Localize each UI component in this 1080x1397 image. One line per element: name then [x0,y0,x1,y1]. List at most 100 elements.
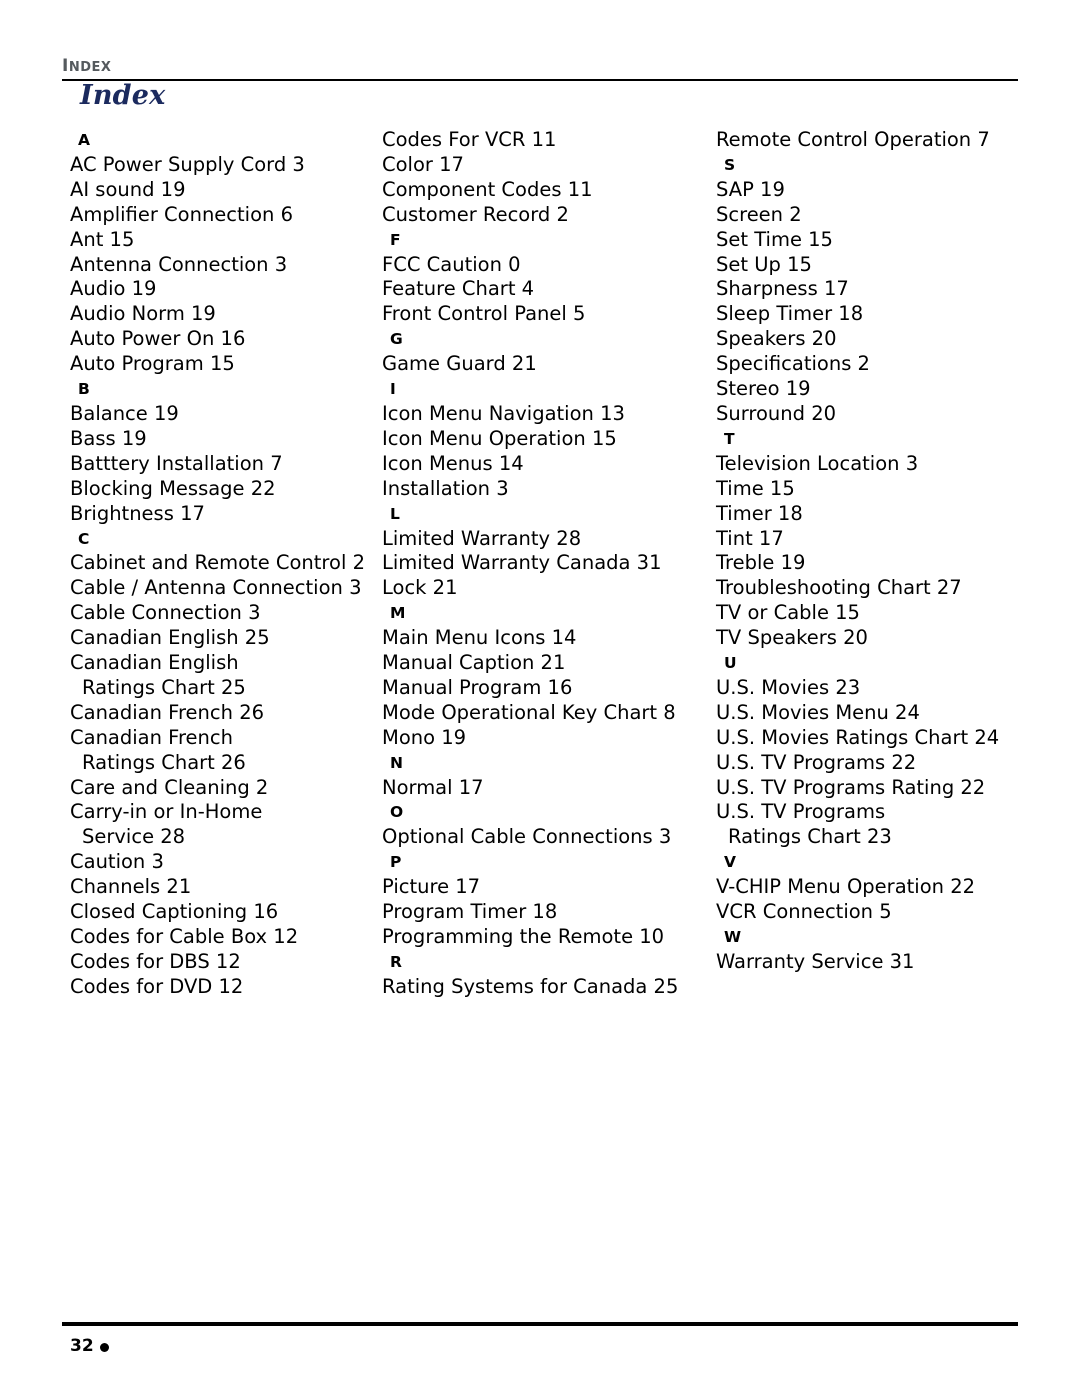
index-entry: Sharpness 17 [716,277,849,301]
index-entry: U.S. Movies Menu 24 [716,700,920,724]
index-entry: Antenna Connection 3 [70,252,288,276]
index-entry: Codes for DBS 12 [70,949,241,973]
index-entry: VCR Connection 5 [716,900,892,924]
index-entry: Codes for DVD 12 [70,974,244,998]
index-entry: Warranty Service 31 [716,949,915,973]
index-letter-heading: I [390,380,396,399]
index-letter-heading: N [390,753,403,772]
index-entry: Programming the Remote 10 [382,925,665,948]
index-entry: Codes for Cable Box 12 [70,925,299,948]
header-divider [62,79,1018,81]
index-entry: Auto Power On 16 [70,327,246,351]
index-letter-heading: C [78,529,90,548]
index-letter-heading: S [724,155,736,174]
index-entry: Balance 19 [70,401,179,425]
index-entry: AC Power Supply Cord 3 [70,152,305,176]
index-entry: Stereo 19 [716,377,811,401]
index-entry: Ant 15 [70,227,135,251]
index-entry: FCC Caution 0 [382,252,521,276]
footer-divider [62,1322,1018,1326]
index-entry: Auto Program 15 [70,352,235,376]
index-entry: Game Guard 21 [382,352,537,376]
index-entry-continuation: Ratings Chart 26 [82,750,246,774]
index-entry: Audio Norm 19 [70,302,216,326]
index-entry: U.S. Movies 23 [716,675,861,699]
index-entry: Bass 19 [70,426,147,450]
index-letter-heading: M [390,604,406,623]
index-entry: Optional Cable Connections 3 [382,825,672,849]
index-letter-heading: W [724,928,742,946]
index-entry: Icon Menus 14 [382,451,524,475]
index-entry: Screen 2 [716,202,802,226]
index-letter-heading: T [724,429,735,448]
index-entry: Canadian French 26 [70,700,265,724]
index-entry: Television Location 3 [716,451,919,475]
index-entry: Lock 21 [382,576,458,600]
index-letter-heading: A [78,131,90,149]
index-page: INDEX Index A AC Power Supply Cord 3 AI so… [0,0,1080,1397]
index-entry: Set Time 15 [716,227,833,251]
index-entry: SAP 19 [716,177,785,201]
index-letter-heading: P [390,853,402,872]
index-entry: Customer Record 2 [382,202,569,226]
header-kicker-capital: I [62,56,69,76]
index-entry: Color 17 [382,152,464,176]
index-entry: Channels 21 [70,875,192,899]
index-entry: Brightness 17 [70,501,205,525]
index-letter-heading: L [390,504,400,523]
index-column-1: A AC Power Supply Cord 3 AI sound 19 Amplif… [62,128,382,1000]
page-footer: 32 [70,1336,109,1356]
index-letter-heading: F [390,230,401,249]
index-entry: U.S. TV Programs Rating 22 [716,775,986,799]
index-entry: Main Menu Icons 14 [382,626,577,650]
index-entry: Amplifier Connection 6 [70,202,293,226]
index-entry: Care and Cleaning 2 [70,775,269,799]
index-entry: Mode Operational Key Chart 8 [382,700,676,724]
index-entry-continuation: Service 28 [82,825,186,849]
index-entry: Caution 3 [70,850,164,874]
index-letter-heading: B [78,380,90,399]
index-letter-heading: O [390,803,404,822]
index-entry: Cabinet and Remote Control 2 [70,551,365,575]
index-entry: Picture 17 [382,875,481,899]
index-entry: Blocking Message 22 [70,476,276,500]
index-entry: U.S. Movies Ratings Chart 24 [716,725,1000,749]
index-entry: Rating Systems for Canada 25 [382,974,679,998]
index-entry: Sleep Timer 18 [716,302,864,326]
index-entry: U.S. TV Programs 22 [716,750,917,774]
index-entry: Feature Chart 4 [382,277,535,301]
index-column-3: Remote Control Operation 7 S SAP 19 Screen … [702,128,1022,975]
index-entry: Canadian English [70,651,239,675]
index-entry: Speakers 20 [716,327,837,351]
index-entry: Tint 17 [716,526,784,550]
index-entry: Batttery Installation 7 [70,451,283,475]
index-entry: Remote Control Operation 7 [716,128,990,151]
index-entry: Treble 19 [716,551,806,575]
index-entry: Limited Warranty 28 [382,526,582,550]
index-entry: Time 15 [716,476,795,500]
index-entry: Canadian French [70,725,233,749]
page-number: 32 [70,1336,94,1356]
index-entry: TV or Cable 15 [716,601,860,625]
index-letter-heading: G [390,330,403,349]
index-columns: A AC Power Supply Cord 3 AI sound 19 Amplif… [62,128,1022,1000]
index-entry: Program Timer 18 [382,900,558,924]
index-entry: Icon Menu Navigation 13 [382,401,625,425]
index-entry: V-CHIP Menu Operation 22 [716,875,976,899]
index-entry: Canadian English 25 [70,626,270,650]
index-entry: AI sound 19 [70,177,186,201]
header-kicker: INDEX [62,56,1018,76]
index-entry: Manual Caption 21 [382,651,566,675]
index-entry: Manual Program 16 [382,675,573,699]
index-letter-heading: R [390,952,402,971]
page-header: INDEX [62,56,1018,81]
index-entry: Audio 19 [70,277,157,301]
index-entry: Closed Captioning 16 [70,900,279,924]
index-entry: Icon Menu Operation 15 [382,426,617,450]
index-entry: Specifications 2 [716,352,870,376]
index-letter-heading: U [724,654,737,673]
page-title: Index [80,80,166,111]
index-entry-continuation: Ratings Chart 25 [82,675,246,699]
index-entry-continuation: Ratings Chart 23 [728,825,892,849]
index-entry: Set Up 15 [716,252,812,276]
